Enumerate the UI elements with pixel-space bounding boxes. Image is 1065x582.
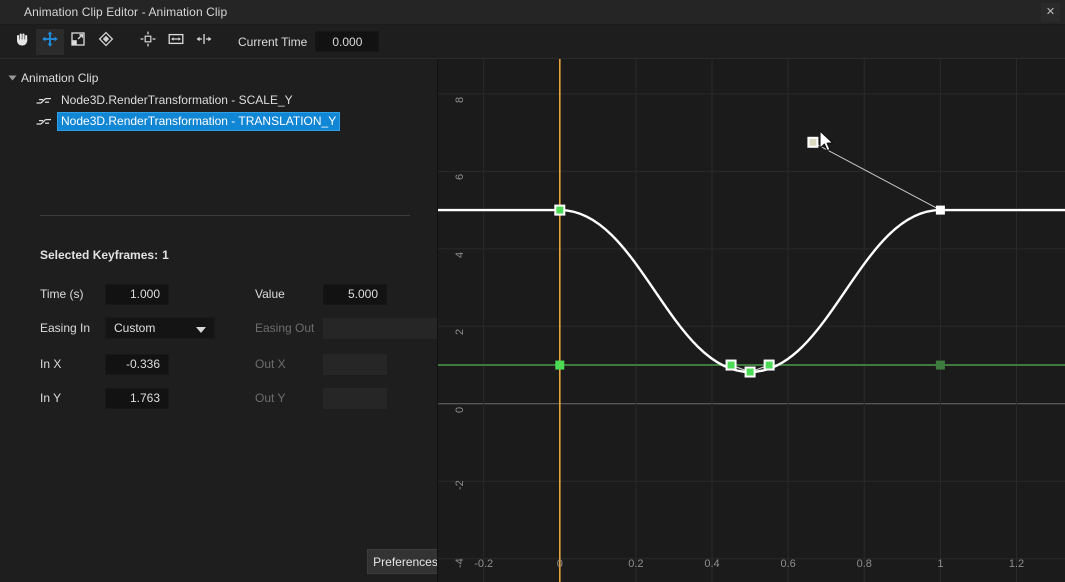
chevron-down-icon[interactable] bbox=[9, 76, 17, 81]
easing-in-value: Custom bbox=[114, 321, 155, 335]
hand-icon bbox=[13, 30, 31, 53]
x-axis-tick: -0.2 bbox=[459, 558, 509, 570]
fit-range-icon bbox=[195, 30, 213, 53]
box-select-tool-button[interactable] bbox=[64, 29, 92, 55]
tree-root-label: Animation Clip bbox=[21, 71, 98, 85]
curve-track-icon bbox=[36, 116, 52, 128]
tree-root-animation-clip[interactable]: Animation Clip bbox=[8, 71, 98, 85]
move-tool-button[interactable] bbox=[36, 29, 64, 55]
x-axis-tick: 0.6 bbox=[763, 558, 813, 570]
animation-clip-editor-window: Animation Clip Editor - Animation Clip ✕ bbox=[0, 0, 1065, 582]
toolbar: Current Time 0.000 bbox=[0, 25, 1065, 59]
curve-graph-canvas[interactable]: 86420-2-4 -0.200.20.40.60.811.2 bbox=[437, 59, 1065, 582]
curve-graph-svg bbox=[438, 59, 1065, 582]
current-time-label: Current Time bbox=[238, 35, 307, 49]
close-icon[interactable]: ✕ bbox=[1041, 3, 1060, 22]
out-y-input bbox=[323, 388, 387, 409]
fit-horizontal-icon bbox=[167, 30, 185, 53]
easing-in-label: Easing In bbox=[40, 321, 105, 335]
move-arrows-icon bbox=[41, 30, 59, 53]
x-axis-tick: 1 bbox=[915, 558, 965, 570]
x-axis-tick: 0 bbox=[535, 558, 585, 570]
in-y-input[interactable]: 1.763 bbox=[105, 388, 169, 409]
y-axis-tick: 4 bbox=[454, 252, 466, 258]
title-bar: Animation Clip Editor - Animation Clip ✕ bbox=[0, 0, 1065, 25]
diamond-keyframe-icon bbox=[97, 30, 115, 53]
selected-keyframes-label: Selected Keyframes: bbox=[40, 248, 158, 262]
y-axis-tick: 8 bbox=[454, 97, 466, 103]
x-axis-tick: 0.8 bbox=[839, 558, 889, 570]
fit-range-button[interactable] bbox=[190, 29, 218, 55]
time-label: Time (s) bbox=[40, 287, 105, 301]
y-axis-tick: 2 bbox=[454, 329, 466, 335]
track-label: Node3D.RenderTransformation - SCALE_Y bbox=[58, 92, 296, 109]
y-axis-tick: 0 bbox=[454, 407, 466, 413]
fit-horizontal-button[interactable] bbox=[162, 29, 190, 55]
box-select-icon bbox=[69, 30, 87, 53]
easing-in-select[interactable]: Custom bbox=[105, 317, 215, 339]
y-axis-tick: 6 bbox=[454, 174, 466, 180]
track-item-translation-y[interactable]: Node3D.RenderTransformation - TRANSLATIO… bbox=[36, 113, 339, 130]
frame-selected-button[interactable] bbox=[134, 29, 162, 55]
out-x-label: Out X bbox=[255, 357, 323, 371]
preferences-button[interactable]: Preferences bbox=[367, 549, 444, 574]
curve-track-icon bbox=[36, 95, 52, 107]
y-axis-tick: -2 bbox=[454, 480, 466, 490]
time-input[interactable]: 1.000 bbox=[105, 284, 169, 305]
current-time-input[interactable]: 0.000 bbox=[315, 31, 379, 52]
frame-selected-icon bbox=[139, 30, 157, 53]
left-panel: Animation Clip Node3D.RenderTransformati… bbox=[0, 59, 437, 582]
x-axis-tick: 1.2 bbox=[992, 558, 1042, 570]
in-y-label: In Y bbox=[40, 391, 105, 405]
out-x-input bbox=[323, 354, 387, 375]
selected-keyframes-status: Selected Keyframes: 1 bbox=[40, 248, 169, 262]
easing-out-label: Easing Out bbox=[255, 321, 323, 335]
track-label: Node3D.RenderTransformation - TRANSLATIO… bbox=[58, 113, 339, 130]
in-x-input[interactable]: -0.336 bbox=[105, 354, 169, 375]
value-label: Value bbox=[255, 287, 323, 301]
pan-tool-button[interactable] bbox=[8, 29, 36, 55]
keyframe-tool-button[interactable] bbox=[92, 29, 120, 55]
track-item-scale-y[interactable]: Node3D.RenderTransformation - SCALE_Y bbox=[36, 92, 296, 109]
chevron-down-icon bbox=[196, 327, 206, 333]
selected-keyframes-count: 1 bbox=[162, 248, 169, 262]
in-x-label: In X bbox=[40, 357, 105, 371]
window-title: Animation Clip Editor - Animation Clip bbox=[24, 5, 227, 19]
panel-divider bbox=[40, 215, 410, 216]
out-y-label: Out Y bbox=[255, 391, 323, 405]
value-input[interactable]: 5.000 bbox=[323, 284, 387, 305]
x-axis-tick: 0.2 bbox=[611, 558, 661, 570]
x-axis-tick: 0.4 bbox=[687, 558, 737, 570]
